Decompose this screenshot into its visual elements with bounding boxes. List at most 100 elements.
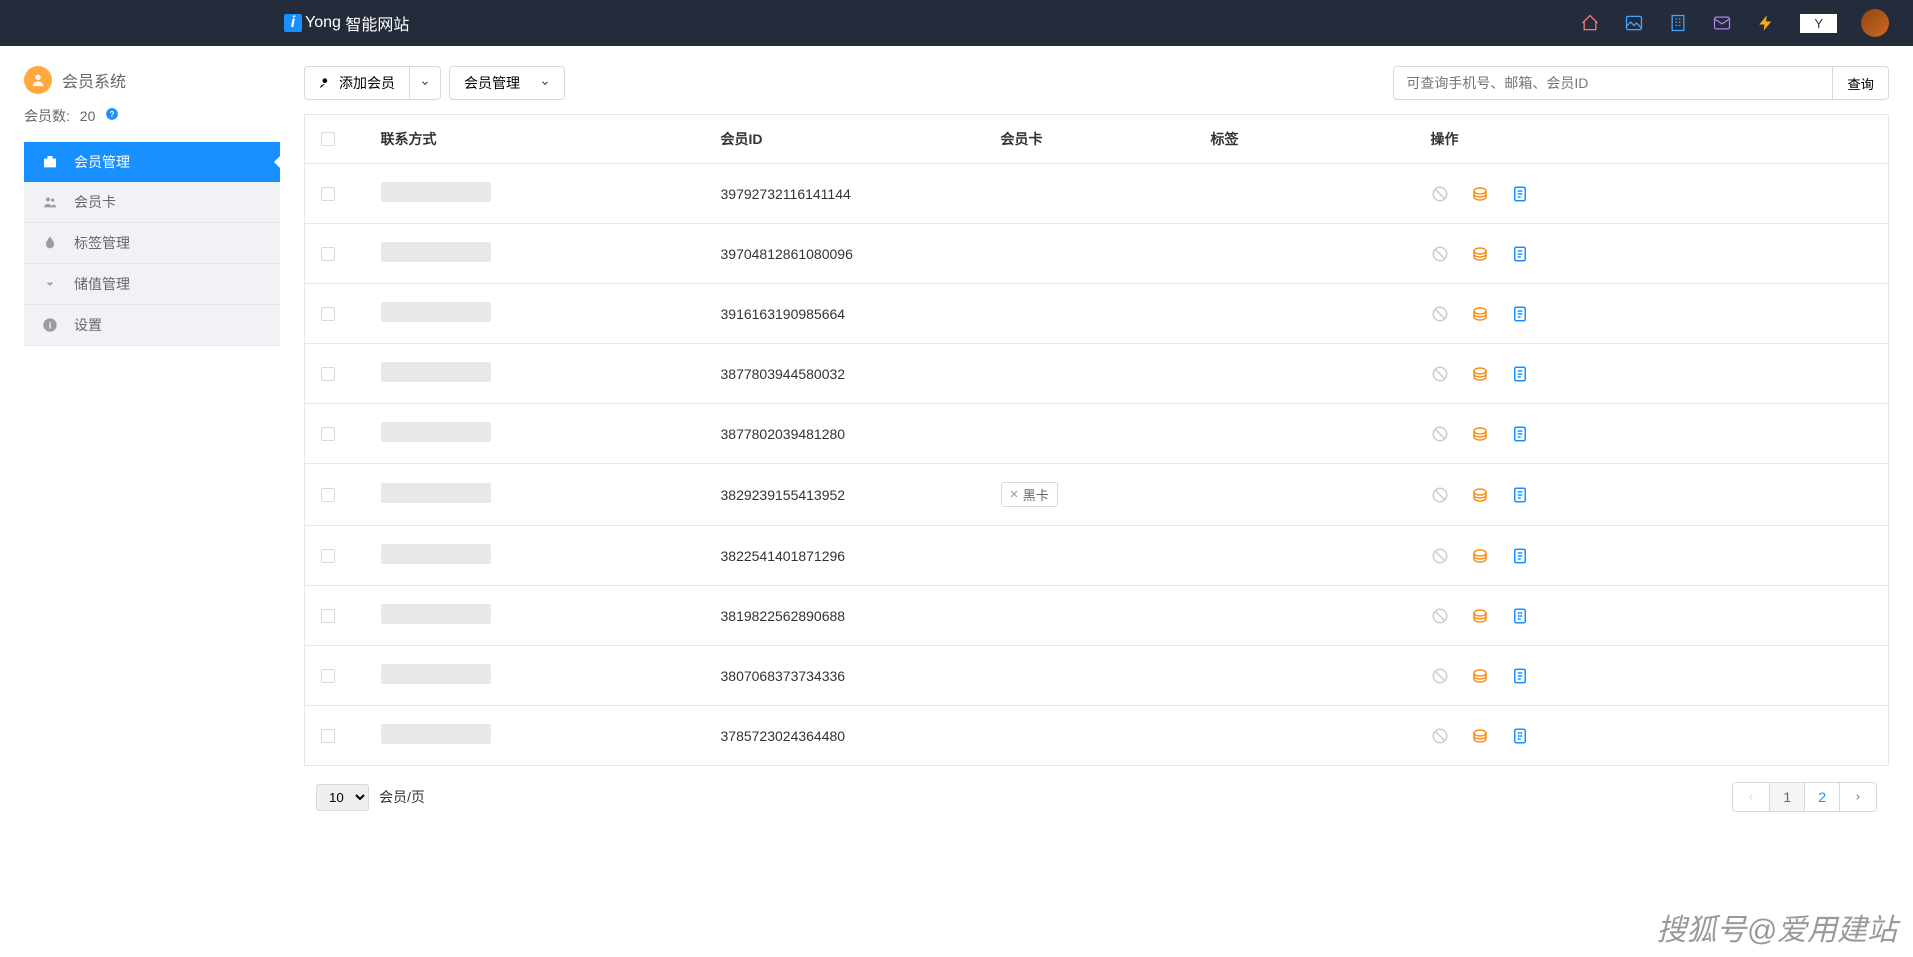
info-icon: i <box>40 317 60 333</box>
search-button[interactable]: 查询 <box>1833 66 1889 100</box>
document-icon[interactable] <box>1511 607 1529 625</box>
member-manage-dropdown[interactable]: 会员管理 <box>449 66 565 100</box>
coin-icon[interactable] <box>1471 365 1489 383</box>
coin-icon[interactable] <box>1471 245 1489 263</box>
document-icon[interactable] <box>1511 185 1529 203</box>
masked-contact <box>381 422 491 442</box>
ban-icon[interactable] <box>1431 185 1449 203</box>
document-icon[interactable] <box>1511 547 1529 565</box>
member-id-cell: 3916163190985664 <box>705 284 985 344</box>
nav-icons: Y <box>1580 9 1889 37</box>
document-icon[interactable] <box>1511 667 1529 685</box>
chevron-left-icon <box>1746 792 1756 802</box>
row-checkbox[interactable] <box>321 187 335 201</box>
page-next[interactable] <box>1840 783 1876 811</box>
member-id-cell: 3819822562890688 <box>705 586 985 646</box>
page-1[interactable]: 1 <box>1770 783 1805 811</box>
sidebar-item-settings[interactable]: i 设置 <box>24 305 280 346</box>
row-checkbox[interactable] <box>321 609 335 623</box>
masked-contact <box>381 604 491 624</box>
ban-icon[interactable] <box>1431 245 1449 263</box>
ban-icon[interactable] <box>1431 547 1449 565</box>
page-2[interactable]: 2 <box>1805 783 1840 811</box>
ban-icon[interactable] <box>1431 486 1449 504</box>
ban-icon[interactable] <box>1431 365 1449 383</box>
table-row: 3822541401871296 <box>305 526 1889 586</box>
masked-contact <box>381 664 491 684</box>
table-row: 3877803944580032 <box>305 344 1889 404</box>
masked-contact <box>381 544 491 564</box>
sidebar-item-tag-manage[interactable]: 标签管理 <box>24 223 280 264</box>
col-header-card: 会员卡 <box>985 115 1195 164</box>
row-checkbox[interactable] <box>321 427 335 441</box>
building-icon[interactable] <box>1668 13 1688 33</box>
page-size-select[interactable]: 10 <box>316 784 369 811</box>
toolbar: 添加会员 会员管理 查询 <box>304 66 1889 100</box>
table-row: 3877802039481280 <box>305 404 1889 464</box>
watermark: 搜狐号@爱用建站 <box>1657 905 1897 949</box>
ban-icon[interactable] <box>1431 727 1449 745</box>
row-checkbox[interactable] <box>321 307 335 321</box>
page-prev[interactable] <box>1733 783 1770 811</box>
coin-icon[interactable] <box>1471 607 1489 625</box>
col-header-id: 会员ID <box>705 115 985 164</box>
ban-icon[interactable] <box>1431 305 1449 323</box>
image-icon[interactable] <box>1624 13 1644 33</box>
document-icon[interactable] <box>1511 486 1529 504</box>
help-icon[interactable]: ? <box>105 108 119 124</box>
member-id-cell: 3807068373734336 <box>705 646 985 706</box>
sidebar-item-recharge-manage[interactable]: 储值管理 <box>24 264 280 305</box>
row-checkbox[interactable] <box>321 669 335 683</box>
close-icon[interactable]: ✕ <box>1010 488 1019 501</box>
lightning-icon[interactable] <box>1756 13 1776 33</box>
coin-icon[interactable] <box>1471 667 1489 685</box>
chevron-down-icon <box>540 78 550 88</box>
mail-icon[interactable] <box>1712 13 1732 33</box>
sidebar-item-label: 储值管理 <box>74 274 130 294</box>
document-icon[interactable] <box>1511 727 1529 745</box>
masked-contact <box>381 483 491 503</box>
document-icon[interactable] <box>1511 425 1529 443</box>
row-checkbox[interactable] <box>321 247 335 261</box>
member-table: 联系方式 会员ID 会员卡 标签 操作 39792732116141144 39… <box>304 114 1889 766</box>
row-checkbox[interactable] <box>321 549 335 563</box>
ban-icon[interactable] <box>1431 425 1449 443</box>
document-icon[interactable] <box>1511 365 1529 383</box>
sidebar-item-member-card[interactable]: 会员卡 <box>24 182 280 223</box>
svg-text:i: i <box>49 320 52 330</box>
member-id-cell: 39792732116141144 <box>705 164 985 224</box>
col-header-action: 操作 <box>1415 115 1889 164</box>
coin-icon[interactable] <box>1471 305 1489 323</box>
sidebar-item-label: 设置 <box>74 315 102 335</box>
member-id-cell: 3822541401871296 <box>705 526 985 586</box>
select-all-checkbox[interactable] <box>321 132 335 146</box>
row-checkbox[interactable] <box>321 367 335 381</box>
logo-badge-icon: i <box>284 14 302 32</box>
coin-icon[interactable] <box>1471 547 1489 565</box>
add-member-button[interactable]: 添加会员 <box>304 66 410 100</box>
document-icon[interactable] <box>1511 305 1529 323</box>
table-row: 3785723024364480 <box>305 706 1889 766</box>
download-icon <box>40 276 60 292</box>
ban-icon[interactable] <box>1431 607 1449 625</box>
chevron-right-icon <box>1853 792 1863 802</box>
search-input[interactable] <box>1393 66 1833 100</box>
home-icon[interactable] <box>1580 13 1600 33</box>
coin-icon[interactable] <box>1471 727 1489 745</box>
row-checkbox[interactable] <box>321 488 335 502</box>
logo[interactable]: i Yong 智能网站 <box>284 11 409 35</box>
row-checkbox[interactable] <box>321 729 335 743</box>
document-icon[interactable] <box>1511 245 1529 263</box>
chevron-down-icon <box>420 78 430 88</box>
coin-icon[interactable] <box>1471 425 1489 443</box>
coin-icon[interactable] <box>1471 185 1489 203</box>
table-row: 3807068373734336 <box>305 646 1889 706</box>
member-id-cell: 3877802039481280 <box>705 404 985 464</box>
card-tag[interactable]: ✕黑卡 <box>1001 482 1058 507</box>
ban-icon[interactable] <box>1431 667 1449 685</box>
coin-icon[interactable] <box>1471 486 1489 504</box>
add-member-dropdown[interactable] <box>410 66 441 100</box>
sidebar-item-member-manage[interactable]: 会员管理 <box>24 142 280 182</box>
avatar[interactable] <box>1861 9 1889 37</box>
user-label[interactable]: Y <box>1800 14 1837 33</box>
